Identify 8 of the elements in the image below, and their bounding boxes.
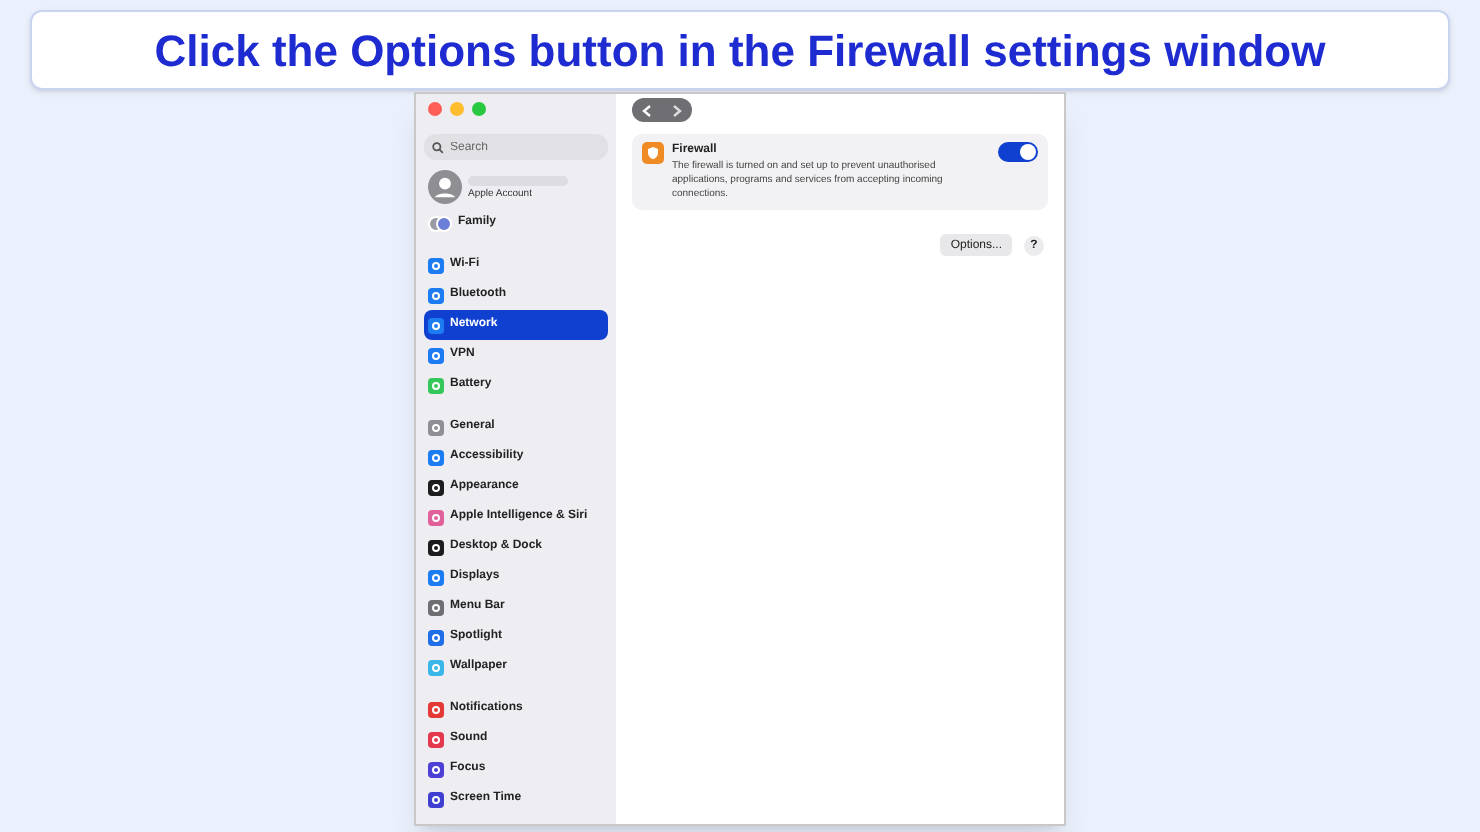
search-icon [432, 141, 444, 153]
instruction-banner: Click the Options button in the Firewall settings window [30, 10, 1450, 90]
forward-icon[interactable] [672, 103, 682, 117]
firewall-toggle[interactable] [998, 142, 1038, 162]
family-icon [428, 215, 452, 231]
shield-icon [642, 142, 664, 164]
back-icon[interactable] [642, 103, 652, 117]
avatar-icon[interactable] [428, 170, 462, 204]
